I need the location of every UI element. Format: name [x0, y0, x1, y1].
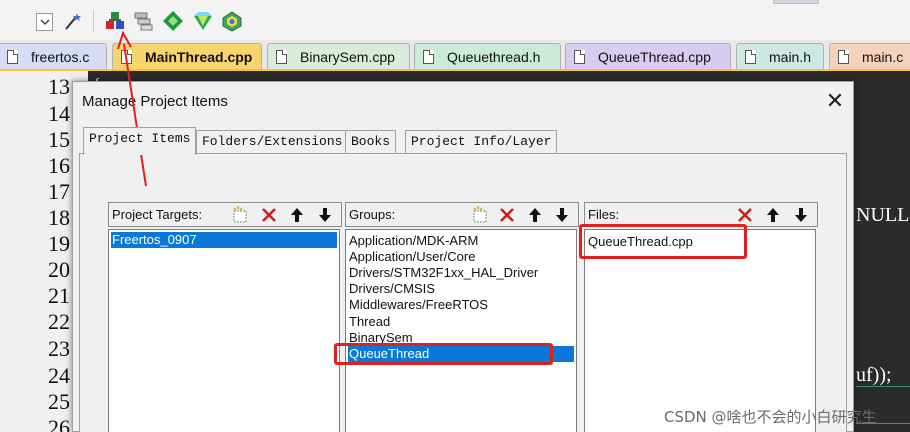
line-number: 25 — [48, 389, 70, 414]
line-number: 13 — [48, 74, 70, 99]
tab-project-items[interactable]: Project Items — [83, 127, 197, 155]
tab-books[interactable]: Books — [345, 130, 397, 153]
file-tab-label: main.c — [862, 49, 904, 65]
file-tab-queuethread-h[interactable]: Queuethread.h — [414, 43, 561, 69]
file-icon — [838, 50, 849, 64]
file-tab-mainthread-cpp[interactable]: MainThread.cpp — [112, 43, 262, 69]
line-number: 23 — [48, 336, 70, 361]
file-icon — [574, 50, 585, 64]
code-fragment: uf)); — [856, 364, 892, 386]
move-up-icon[interactable] — [286, 204, 306, 224]
move-up-icon[interactable] — [524, 204, 544, 224]
project-targets-label: Project Targets: — [112, 207, 203, 222]
code-fragment: NULL) — [856, 204, 910, 226]
toolbar-separator — [93, 10, 94, 32]
watermark: CSDN @啥也不会的小白研究生 — [664, 408, 877, 426]
file-tab-bar: freertos.c MainThread.cpp BinarySem.cpp … — [0, 40, 910, 71]
file-icon — [276, 50, 287, 64]
tab-project-info-layer[interactable]: Project Info/Layer — [405, 130, 558, 153]
tab-folders-extensions[interactable]: Folders/Extensions — [196, 130, 349, 153]
select-packs-icon[interactable] — [132, 10, 154, 32]
highlight-box — [579, 224, 747, 259]
line-number: 14 — [48, 101, 70, 126]
file-icon — [121, 50, 132, 64]
list-item[interactable]: Middlewares/FreeRTOS — [348, 297, 488, 313]
line-number: 24 — [48, 363, 70, 388]
line-number: 17 — [48, 179, 70, 204]
groups-label: Groups: — [349, 207, 396, 222]
move-up-icon[interactable] — [762, 204, 782, 224]
line-number: 21 — [48, 283, 70, 308]
files-list[interactable]: QueueThread.cpp — [584, 229, 816, 432]
line-number: 19 — [48, 231, 70, 256]
file-tab-label: MainThread.cpp — [145, 49, 253, 65]
close-icon[interactable]: ✕ — [821, 89, 849, 115]
file-icon — [7, 50, 18, 64]
line-number: 20 — [48, 257, 70, 282]
line-number: 16 — [48, 153, 70, 178]
file-tab-binarysem-cpp[interactable]: BinarySem.cpp — [267, 43, 410, 69]
file-icon — [745, 50, 756, 64]
toolbar — [0, 0, 910, 40]
move-down-icon[interactable] — [551, 204, 571, 224]
new-insert-icon[interactable] — [229, 204, 249, 224]
delete-icon[interactable] — [734, 204, 754, 224]
list-item[interactable]: Freertos_0907 — [111, 232, 337, 248]
file-tab-main-c[interactable]: main.c — [829, 43, 910, 69]
line-number: 18 — [48, 205, 70, 230]
file-tab-label: Queuethread.h — [447, 49, 541, 65]
list-item[interactable]: Thread — [348, 314, 390, 330]
dialog-title: Manage Project Items — [82, 93, 228, 110]
file-icon — [423, 50, 434, 64]
files-label: Files: — [588, 207, 620, 222]
list-item[interactable]: Drivers/CMSIS — [348, 281, 435, 297]
project-targets-panel: Project Targets: Freertos_0907 — [108, 202, 342, 432]
manage-project-items-icon[interactable] — [104, 10, 126, 32]
dropdown-icon[interactable] — [36, 13, 53, 31]
move-down-icon[interactable] — [790, 204, 810, 224]
new-insert-icon[interactable] — [469, 204, 489, 224]
highlight-box — [334, 343, 553, 365]
file-tab-label: main.h — [769, 49, 812, 65]
list-item[interactable]: Application/User/Core — [348, 249, 475, 265]
line-number: 22 — [48, 309, 70, 334]
options-for-target-icon[interactable] — [192, 10, 214, 32]
file-tab-main-h[interactable]: main.h — [736, 43, 824, 69]
project-targets-list[interactable]: Freertos_0907 — [108, 229, 340, 432]
groups-list[interactable]: Application/MDK-ARM Application/User/Cor… — [345, 229, 577, 432]
file-tab-label: BinarySem.cpp — [300, 49, 395, 65]
file-tab-queuethread-cpp[interactable]: QueueThread.cpp — [565, 43, 731, 69]
file-tab-label: freertos.c — [31, 49, 90, 65]
delete-icon[interactable] — [496, 204, 516, 224]
line-number: 15 — [48, 127, 70, 152]
line-number: 26 — [48, 415, 70, 432]
groups-panel: Groups: Application/MDK-ARM Application/… — [345, 202, 579, 432]
file-tab-freertos-c[interactable]: freertos.c — [0, 43, 107, 69]
delete-icon[interactable] — [258, 204, 278, 224]
code-underline — [856, 386, 910, 387]
file-tab-label: QueueThread.cpp — [598, 49, 711, 65]
pack-installer-icon[interactable] — [221, 10, 243, 32]
move-down-icon[interactable] — [314, 204, 334, 224]
list-item[interactable]: Drivers/STM32F1xx_HAL_Driver — [348, 265, 538, 281]
toolbar-window-stub — [773, 0, 819, 4]
list-item[interactable]: Application/MDK-ARM — [348, 233, 478, 249]
magic-wand-icon[interactable] — [62, 10, 84, 32]
manage-run-time-env-icon[interactable] — [162, 10, 184, 32]
